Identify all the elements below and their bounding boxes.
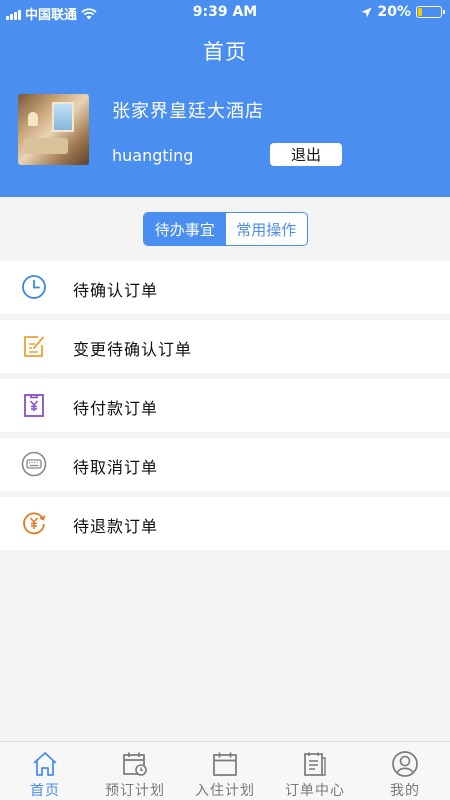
clock-icon [22, 275, 46, 299]
tab-home[interactable]: 首页 [0, 742, 90, 800]
list-item-label: 待退款订单 [73, 517, 159, 536]
tab-mine[interactable]: 我的 [360, 742, 450, 800]
keyboard-icon [21, 451, 47, 477]
hotel-name: 张家界皇廷大酒店 [112, 101, 264, 122]
list-item-label: 变更待确认订单 [73, 340, 193, 359]
tab-todo[interactable]: 待办事宜 [144, 213, 226, 245]
calendar-icon [213, 752, 237, 776]
tab-common-actions[interactable]: 常用操作 [226, 213, 308, 245]
list-item-label: 待确认订单 [73, 281, 159, 300]
document-icon [304, 752, 326, 776]
list-item-pending-cancel[interactable]: 待取消订单 [0, 438, 450, 491]
edit-note-icon [24, 336, 44, 357]
yen-clipboard-icon [24, 394, 44, 417]
header-area: 中国联通 9:39 AM 20% 首页 张家界皇廷大酒店 huangting 退… [0, 0, 450, 197]
tab-label: 入住计划 [195, 783, 255, 799]
todo-list: 待确认订单 变更待确认订单 待付款订单 待取消订单 待退款订单 [0, 261, 450, 556]
tab-label: 首页 [30, 783, 60, 799]
list-item-label: 待取消订单 [73, 458, 159, 477]
tab-label: 订单中心 [285, 783, 345, 799]
tab-checkin-plan[interactable]: 入住计划 [180, 742, 270, 800]
location-arrow-icon [361, 7, 372, 17]
tab-label: 预订计划 [105, 783, 165, 799]
battery-fill [418, 8, 423, 16]
calendar-clock-icon [123, 752, 147, 776]
list-item-label: 待付款订单 [73, 399, 159, 418]
battery-percent: 20% [377, 4, 411, 20]
list-item-pending-payment[interactable]: 待付款订单 [0, 379, 450, 432]
battery-icon [416, 6, 445, 18]
status-right: 20% [361, 4, 445, 20]
tab-label: 我的 [390, 783, 420, 799]
tab-order-center[interactable]: 订单中心 [270, 742, 360, 800]
user-icon [392, 751, 418, 777]
tab-booking-plan[interactable]: 预订计划 [90, 742, 180, 800]
list-item-change-pending-confirm[interactable]: 变更待确认订单 [0, 320, 450, 373]
list-item-pending-confirm[interactable]: 待确认订单 [0, 261, 450, 314]
tab-bar: 首页 预订计划 入住计划 订单中心 我的 [0, 741, 450, 800]
home-icon [33, 752, 57, 776]
logout-button[interactable]: 退出 [270, 143, 342, 166]
status-bar: 中国联通 9:39 AM 20% [0, 0, 450, 24]
page-title: 首页 [203, 40, 247, 64]
username: huangting [112, 146, 194, 165]
hotel-photo [18, 94, 89, 165]
segment-control: 待办事宜 常用操作 [143, 212, 308, 246]
list-item-pending-refund[interactable]: 待退款订单 [0, 497, 450, 550]
yen-refund-icon [23, 512, 46, 535]
